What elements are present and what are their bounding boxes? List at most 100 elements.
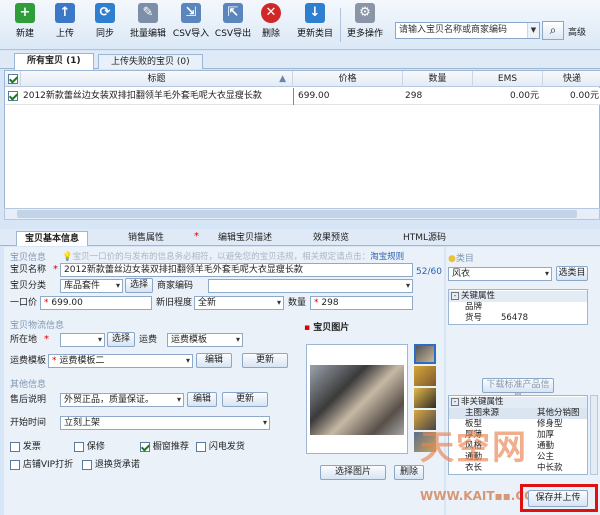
csv-import-button[interactable]: ⇲ CSV导入 [172, 3, 210, 47]
header-express[interactable]: 快递 [543, 71, 600, 87]
update-category-button[interactable]: ↓ 更新类目 [294, 3, 336, 47]
freight-template-label: 运费模板 [10, 356, 47, 366]
vip-discount-checkbox[interactable] [10, 459, 20, 470]
checkbox-return-promise[interactable]: 退换货承诺 [82, 458, 140, 472]
sync-button[interactable]: ⟳ 同步 [88, 3, 122, 47]
new-button[interactable]: + 新建 [8, 3, 42, 47]
header-title-label: 标题 [147, 74, 166, 84]
merchant-code-label: 商家编码 [157, 281, 194, 291]
aftersale-select[interactable]: 外贸正品，质量保证。 [60, 393, 184, 407]
aftersale-update-button[interactable]: 更新 [222, 392, 268, 407]
fast-ship-checkbox[interactable] [196, 441, 206, 452]
tab-edit-description[interactable]: 编辑宝贝描述 [210, 231, 280, 246]
category-label: 宝贝分类 [10, 281, 47, 291]
return-promise-checkbox[interactable] [82, 459, 92, 470]
row-checkbox[interactable] [8, 90, 18, 101]
nonkey-attr-row[interactable]: 主图来源 其他分销图 [449, 408, 587, 419]
vip-discount-label: 店铺VIP打折 [22, 460, 74, 470]
tab-all-items[interactable]: 所有宝贝 (1) [14, 53, 94, 70]
collapse-icon[interactable]: - [451, 292, 459, 300]
window-recommend-checkbox[interactable] [140, 441, 150, 452]
collapse-icon[interactable]: - [451, 398, 459, 406]
more-actions-button[interactable]: ⚙ 更多操作 [344, 3, 386, 47]
sync-label: 同步 [95, 29, 114, 39]
checkbox-warranty[interactable]: 保修 [74, 440, 105, 454]
condition-select[interactable]: 全新 [194, 296, 284, 310]
freight-select[interactable]: 运费模板 [167, 333, 243, 347]
header-select-all[interactable] [5, 71, 21, 87]
header-ems[interactable]: EMS [473, 71, 543, 87]
nonkey-attr-title: 非关键属性 [461, 397, 504, 407]
checkbox-fast-ship[interactable]: 闪电发货 [196, 440, 245, 454]
chevron-down-icon[interactable]: ▼ [527, 23, 539, 38]
tab-sale-attributes[interactable]: 销售属性 [120, 231, 172, 246]
delete-button[interactable]: ✕ 删除 [256, 3, 286, 47]
search-button[interactable]: ⌕ [542, 21, 564, 40]
tab-upload-failed[interactable]: 上传失败的宝贝 (0) [98, 54, 203, 69]
save-and-upload-button[interactable]: 保存并上传 [528, 490, 588, 507]
key-attr-row[interactable]: 品牌 [449, 302, 587, 313]
price-value: 699.00 [51, 298, 83, 308]
start-time-select[interactable]: 立刻上架 [60, 416, 270, 430]
row-title: 2012新款蕾丝边女装双排扣翻领羊毛外套毛呢大衣显瘦长款 [23, 91, 262, 101]
thumbnail-2[interactable] [414, 366, 436, 386]
row-checkbox-cell[interactable] [8, 88, 20, 105]
upload-button[interactable]: ↑ 上传 [48, 3, 82, 47]
select-category-button[interactable]: 选类目 [556, 266, 588, 281]
advanced-search-link[interactable]: 高级 [568, 25, 586, 38]
select-all-checkbox[interactable] [7, 73, 18, 84]
header-qty[interactable]: 数量 [403, 71, 473, 87]
checkbox-window-recommend[interactable]: 橱窗推荐 [140, 440, 189, 454]
main-image-frame[interactable] [306, 344, 408, 454]
required-mark: * [44, 334, 49, 345]
search-input[interactable]: 请输入宝贝名称或商家编码 ▼ [395, 22, 540, 39]
price-label: 一口价 [10, 298, 38, 308]
thumbnail-3[interactable] [414, 388, 436, 408]
new-label: 新建 [15, 29, 34, 39]
taobao-rules-link[interactable]: 淘宝规则 [370, 252, 404, 262]
app-window: + 新建 ↑ 上传 ⟳ 同步 ✎ 批量编辑 ⇲ CSV导入 ⇱ CSV导出 ✕ … [0, 0, 600, 515]
horizontal-scrollbar[interactable] [4, 208, 600, 220]
location-select[interactable] [60, 333, 105, 347]
items-grid: 标题 ▲ 价格 数量 EMS 快递 2012新款蕾丝边女装双排扣翻领羊毛外套毛呢大… [4, 70, 600, 220]
tab-html-source[interactable]: HTML源码 [395, 231, 454, 246]
freight-update-button[interactable]: 更新 [242, 353, 288, 368]
checkbox-vip-discount[interactable]: 店铺VIP打折 [10, 458, 73, 472]
key-attributes-table: - 关键属性 品牌 货号 56478 [448, 289, 588, 325]
thumbnail-1[interactable] [414, 344, 436, 364]
tab-basic-info[interactable]: 宝贝基本信息 [16, 231, 89, 246]
freight-template-select[interactable]: * 运费模板二 [48, 354, 193, 368]
category-value-select[interactable]: 风衣 [448, 267, 552, 281]
checkbox-invoice[interactable]: 发票 [10, 440, 41, 454]
price-input[interactable]: * 699.00 [40, 296, 152, 310]
key-attr-row[interactable]: 货号 56478 [449, 313, 587, 324]
required-mark: * [52, 356, 57, 366]
attributes-scrollbar[interactable] [590, 395, 598, 475]
scrollbar-thumb[interactable] [17, 210, 577, 218]
header-price[interactable]: 价格 [293, 71, 403, 87]
aftersale-edit-button[interactable]: 编辑 [187, 392, 217, 407]
header-title[interactable]: 标题 ▲ [21, 71, 293, 87]
quantity-label: 数量 [288, 298, 307, 308]
category-panel: ●类目 风衣 选类目 -关键属性 品牌 货号56478 下载标准产品信息 -非关… [446, 247, 600, 515]
merchant-code-input[interactable] [208, 279, 413, 293]
csv-export-button[interactable]: ⇱ CSV导出 [214, 3, 252, 47]
tab-preview[interactable]: 效果预览 [305, 231, 357, 246]
select-image-button[interactable]: 选择图片 [320, 465, 386, 480]
item-name-input[interactable]: 2012新款蕾丝边女装双排扣翻领羊毛外套毛呢大衣显瘦长款 [60, 263, 413, 277]
category-select-button[interactable]: 选择 [125, 278, 153, 293]
category-select[interactable]: 库品套件 [60, 279, 123, 293]
batch-edit-label: 批量编辑 [129, 29, 166, 39]
freight-label: 运费 [139, 335, 158, 345]
batch-edit-button[interactable]: ✎ 批量编辑 [126, 3, 170, 47]
required-mark: * [194, 231, 199, 242]
warranty-label: 保修 [86, 442, 105, 452]
download-product-info-button[interactable]: 下载标准产品信息 [482, 378, 554, 403]
warranty-checkbox[interactable] [74, 441, 84, 452]
table-row[interactable]: 2012新款蕾丝边女装双排扣翻领羊毛外套毛呢大衣显瘦长款 699.00 298 … [5, 88, 600, 105]
product-photo [310, 365, 404, 435]
location-select-button[interactable]: 选择 [107, 332, 135, 347]
invoice-checkbox[interactable] [10, 441, 20, 452]
quantity-input[interactable]: * 298 [310, 296, 413, 310]
freight-edit-button[interactable]: 编辑 [196, 353, 232, 368]
